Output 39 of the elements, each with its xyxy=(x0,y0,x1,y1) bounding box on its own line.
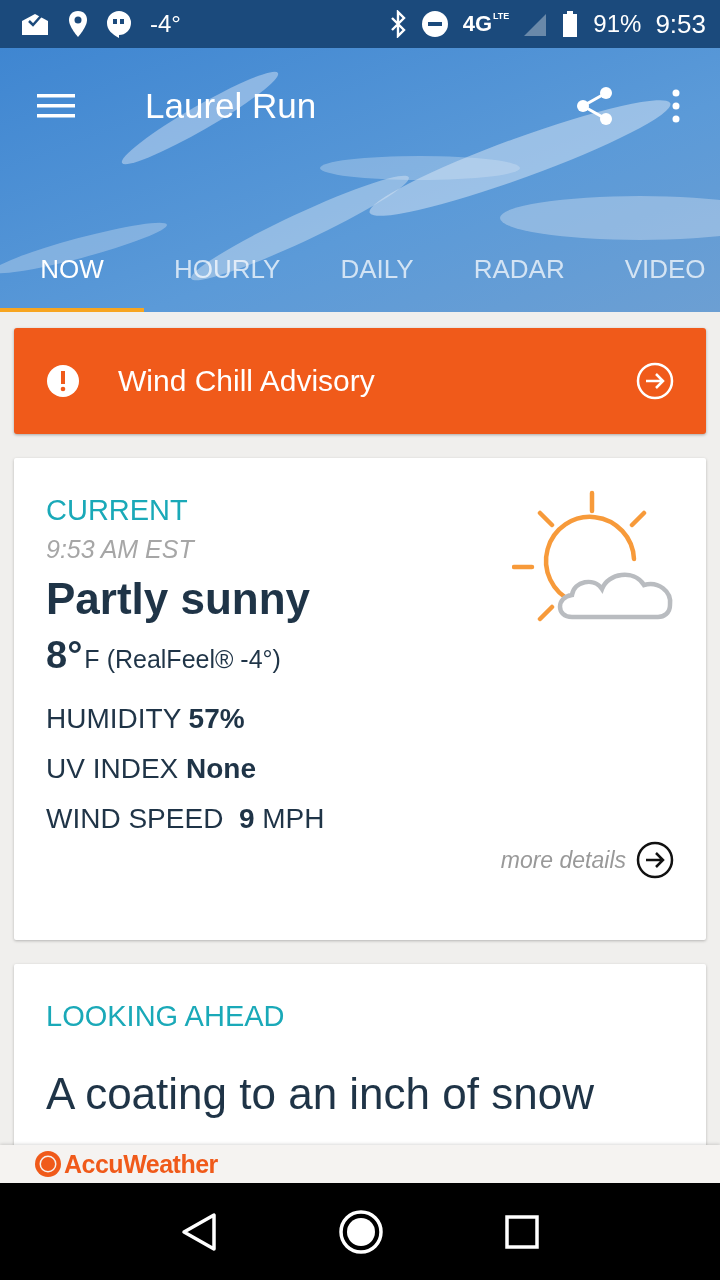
back-icon[interactable] xyxy=(181,1211,217,1252)
tab[interactable]: HOURLY xyxy=(144,244,311,312)
tab[interactable]: RADAR xyxy=(443,244,595,312)
menu-icon[interactable] xyxy=(37,93,75,119)
observation-time: 9:53 AM EST xyxy=(46,535,197,564)
tab[interactable]: VIDEO xyxy=(594,244,720,312)
temperature-text: -4° xyxy=(150,10,181,38)
location-title: Laurel Run xyxy=(145,86,318,126)
share-icon[interactable] xyxy=(576,86,614,126)
section-heading: LOOKING AHEAD xyxy=(46,1000,286,1033)
more-details-link[interactable]: more details xyxy=(500,846,626,874)
brand-logo-text: AccuWeather xyxy=(64,1149,218,1179)
temperature-value: 8° xyxy=(46,634,83,677)
section-heading: CURRENT xyxy=(46,494,189,527)
detail-line: WIND SPEED 9 MPH xyxy=(46,803,326,835)
location-pin-icon xyxy=(68,10,88,38)
tab[interactable]: DAILY xyxy=(310,244,444,312)
battery-percent: 91% xyxy=(593,10,642,38)
realfeel-text: (RealFeel® -4°) xyxy=(106,645,281,674)
chat-quote-icon xyxy=(106,10,132,38)
arrow-circle-icon[interactable] xyxy=(636,841,674,879)
advisory-banner[interactable]: Wind Chill Advisory xyxy=(14,328,706,434)
battery-icon xyxy=(561,10,580,38)
forecast-headline: A coating to an inch of snow xyxy=(46,1069,595,1119)
do-not-disturb-icon xyxy=(420,10,449,38)
recents-icon[interactable] xyxy=(505,1214,539,1249)
tab[interactable]: NOW xyxy=(0,244,144,312)
detail-line: HUMIDITY 57% xyxy=(46,703,246,735)
sun-logo-icon xyxy=(34,1150,62,1178)
clock-time: 9:53 xyxy=(655,8,706,40)
condition-text: Partly sunny xyxy=(46,574,311,624)
temperature-unit: F xyxy=(84,645,100,674)
home-icon[interactable] xyxy=(339,1209,383,1254)
alert-icon xyxy=(46,364,80,398)
detail-line: UV INDEX None xyxy=(46,753,258,785)
more-options-icon[interactable] xyxy=(672,89,680,123)
mail-icon xyxy=(20,11,50,37)
bluetooth-icon xyxy=(388,10,407,38)
arrow-circle-icon xyxy=(636,362,674,400)
